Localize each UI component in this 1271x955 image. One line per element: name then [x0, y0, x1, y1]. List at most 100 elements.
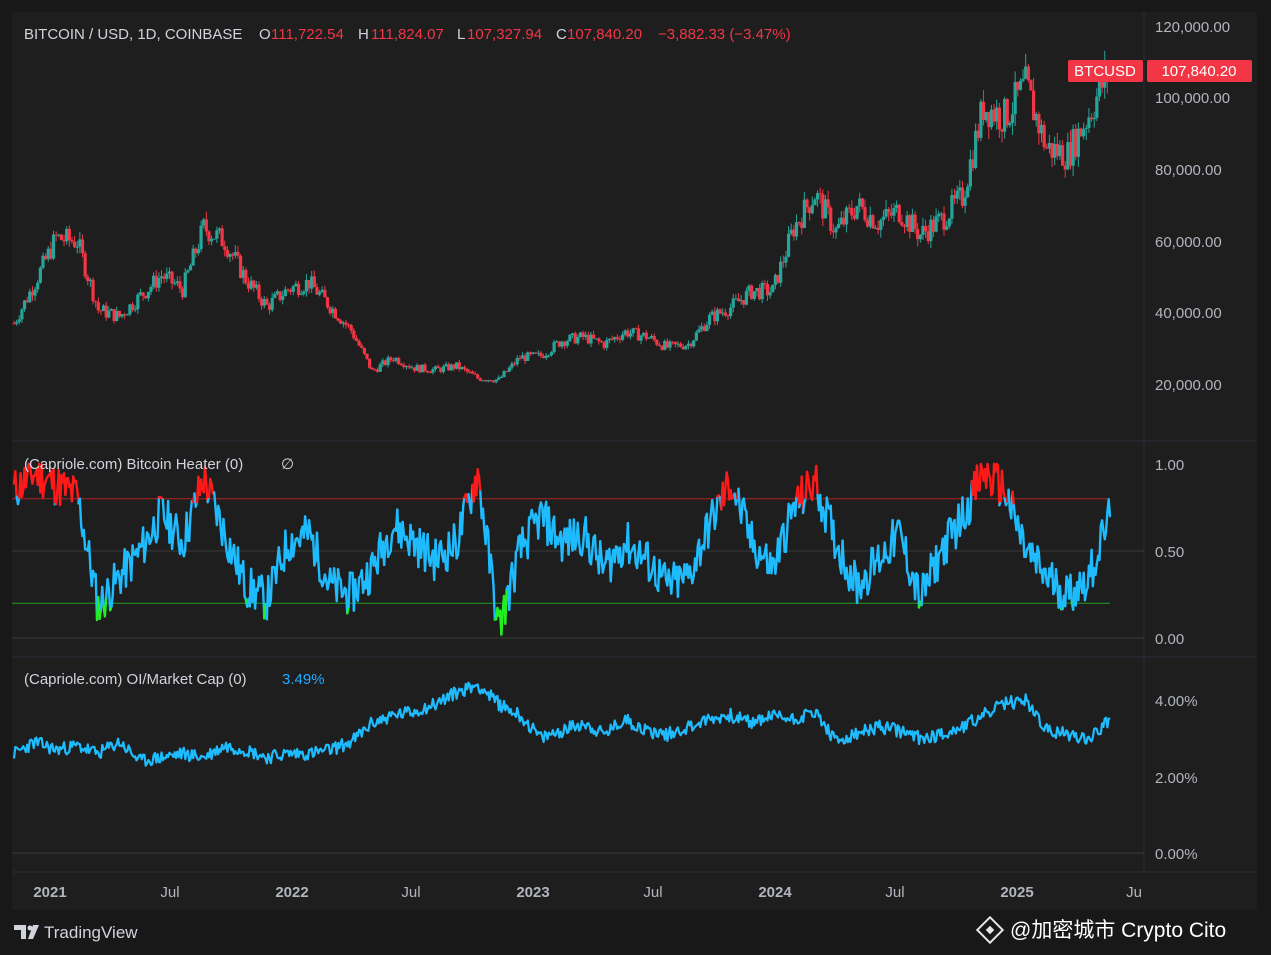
candle-body — [1005, 98, 1009, 126]
candle-body — [576, 336, 580, 344]
candle-body — [620, 334, 625, 340]
heater-line-segment — [1011, 490, 1016, 507]
heater-line-segment — [277, 546, 282, 563]
heater-line-segment — [888, 537, 893, 564]
candle-body — [146, 291, 150, 299]
heater-line-segment — [156, 495, 161, 539]
heater-line-segment — [710, 498, 715, 512]
candle-body — [615, 337, 619, 339]
candle-body — [333, 308, 338, 319]
watermark-text: @加密城市 Crypto Cito — [1010, 919, 1226, 942]
heater-legend-title[interactable]: (Capriole.com) Bitcoin Heater (0) — [24, 456, 243, 473]
candle-body — [794, 222, 799, 237]
candle-body — [1060, 145, 1065, 166]
heater-line-segment — [311, 534, 316, 567]
heater-line-segment — [646, 541, 651, 583]
heater-line-segment — [845, 566, 850, 582]
candle-body — [697, 329, 701, 333]
heater-line-segment — [119, 568, 124, 595]
candle-body — [605, 340, 609, 348]
candle-body — [244, 269, 248, 284]
candle-body — [1042, 125, 1046, 148]
candle-body — [805, 199, 809, 208]
candle-body — [323, 289, 327, 298]
heater-line-segment — [609, 557, 614, 583]
candle-body — [950, 195, 954, 219]
candle-body — [236, 251, 240, 256]
candle-body — [760, 282, 764, 300]
candle-body — [900, 222, 904, 226]
heater-hidden-icon[interactable]: ∅ — [281, 456, 294, 473]
candle-body — [955, 190, 959, 199]
oi-legend-title[interactable]: (Capriole.com) OI/Market Cap (0) — [24, 671, 247, 688]
candle-body — [826, 199, 830, 208]
candle-body — [270, 297, 274, 310]
candle-body — [186, 270, 190, 273]
heater-line-segment — [679, 567, 684, 580]
heater-line-segment — [269, 566, 274, 602]
heater-line-segment — [124, 550, 129, 588]
heater-line-segment — [78, 497, 83, 528]
heater-line-segment — [892, 531, 897, 558]
heater-line-segment — [107, 587, 112, 612]
oi-axis-tick: 2.00% — [1155, 770, 1198, 787]
binance-logo-icon — [975, 915, 1005, 945]
heater-line-segment — [336, 568, 341, 580]
heater-line-segment — [916, 574, 921, 609]
heater-line-segment — [581, 526, 586, 548]
heater-line-segment — [52, 467, 57, 506]
candle-body — [370, 367, 374, 370]
heater-line-segment — [958, 523, 963, 538]
candle-body — [837, 223, 841, 228]
candle-body — [1084, 127, 1088, 129]
heater-line-segment — [74, 479, 79, 491]
candle-body — [547, 355, 551, 357]
heater-line-segment — [174, 513, 179, 527]
candle-body — [731, 298, 735, 308]
heater-line-segment — [213, 491, 217, 510]
price-axis-tick: 100,000.00 — [1155, 90, 1230, 107]
heater-line-segment — [1083, 590, 1088, 602]
candle-body — [15, 321, 19, 324]
heater-line-segment — [419, 539, 424, 559]
heater-line-segment — [621, 542, 626, 566]
price-axis-tick: 80,000.00 — [1155, 162, 1222, 179]
symbol-title[interactable]: BITCOIN / USD, 1D, COINBASE — [24, 26, 242, 43]
heater-line-segment — [873, 559, 877, 576]
candle-body — [365, 353, 369, 359]
candle-body — [597, 338, 601, 342]
heater-line-segment — [811, 475, 815, 502]
heater-line-segment — [837, 544, 842, 567]
candle-body — [352, 330, 356, 339]
candle-body — [945, 226, 949, 230]
heater-line-segment — [653, 555, 657, 587]
close-value: 107,840.20 — [567, 26, 642, 43]
candle-body — [212, 238, 216, 240]
heater-line-segment — [317, 559, 321, 583]
heater-line-segment — [695, 545, 699, 572]
candle-body — [431, 369, 435, 373]
heater-line-segment — [1054, 567, 1059, 586]
heater-line-segment — [315, 531, 320, 562]
candle-body — [20, 309, 24, 320]
candle-body — [368, 358, 372, 368]
heater-line-segment — [857, 572, 861, 591]
candle-body — [692, 340, 696, 347]
candle-body — [887, 208, 891, 213]
candle-body — [423, 364, 427, 372]
heater-line-segment — [189, 500, 194, 516]
candle-body — [257, 284, 261, 299]
low-value: 107,327.94 — [467, 26, 542, 43]
chart-canvas[interactable]: BITCOIN / USD, 1D, COINBASE O 111,722.54… — [0, 0, 1271, 955]
candle-body — [897, 204, 901, 223]
candle-body — [357, 340, 361, 346]
change-value: −3,882.33 (−3.47%) — [658, 26, 791, 43]
heater-line-segment — [635, 551, 640, 570]
candle-body — [771, 284, 775, 293]
heater-line-segment — [426, 532, 431, 562]
candle-body — [70, 240, 74, 242]
heater-line-segment — [443, 549, 448, 571]
heater-line-segment — [1094, 563, 1099, 576]
tradingview-brand[interactable]: TradingView — [44, 923, 138, 942]
candle-body — [325, 297, 330, 308]
